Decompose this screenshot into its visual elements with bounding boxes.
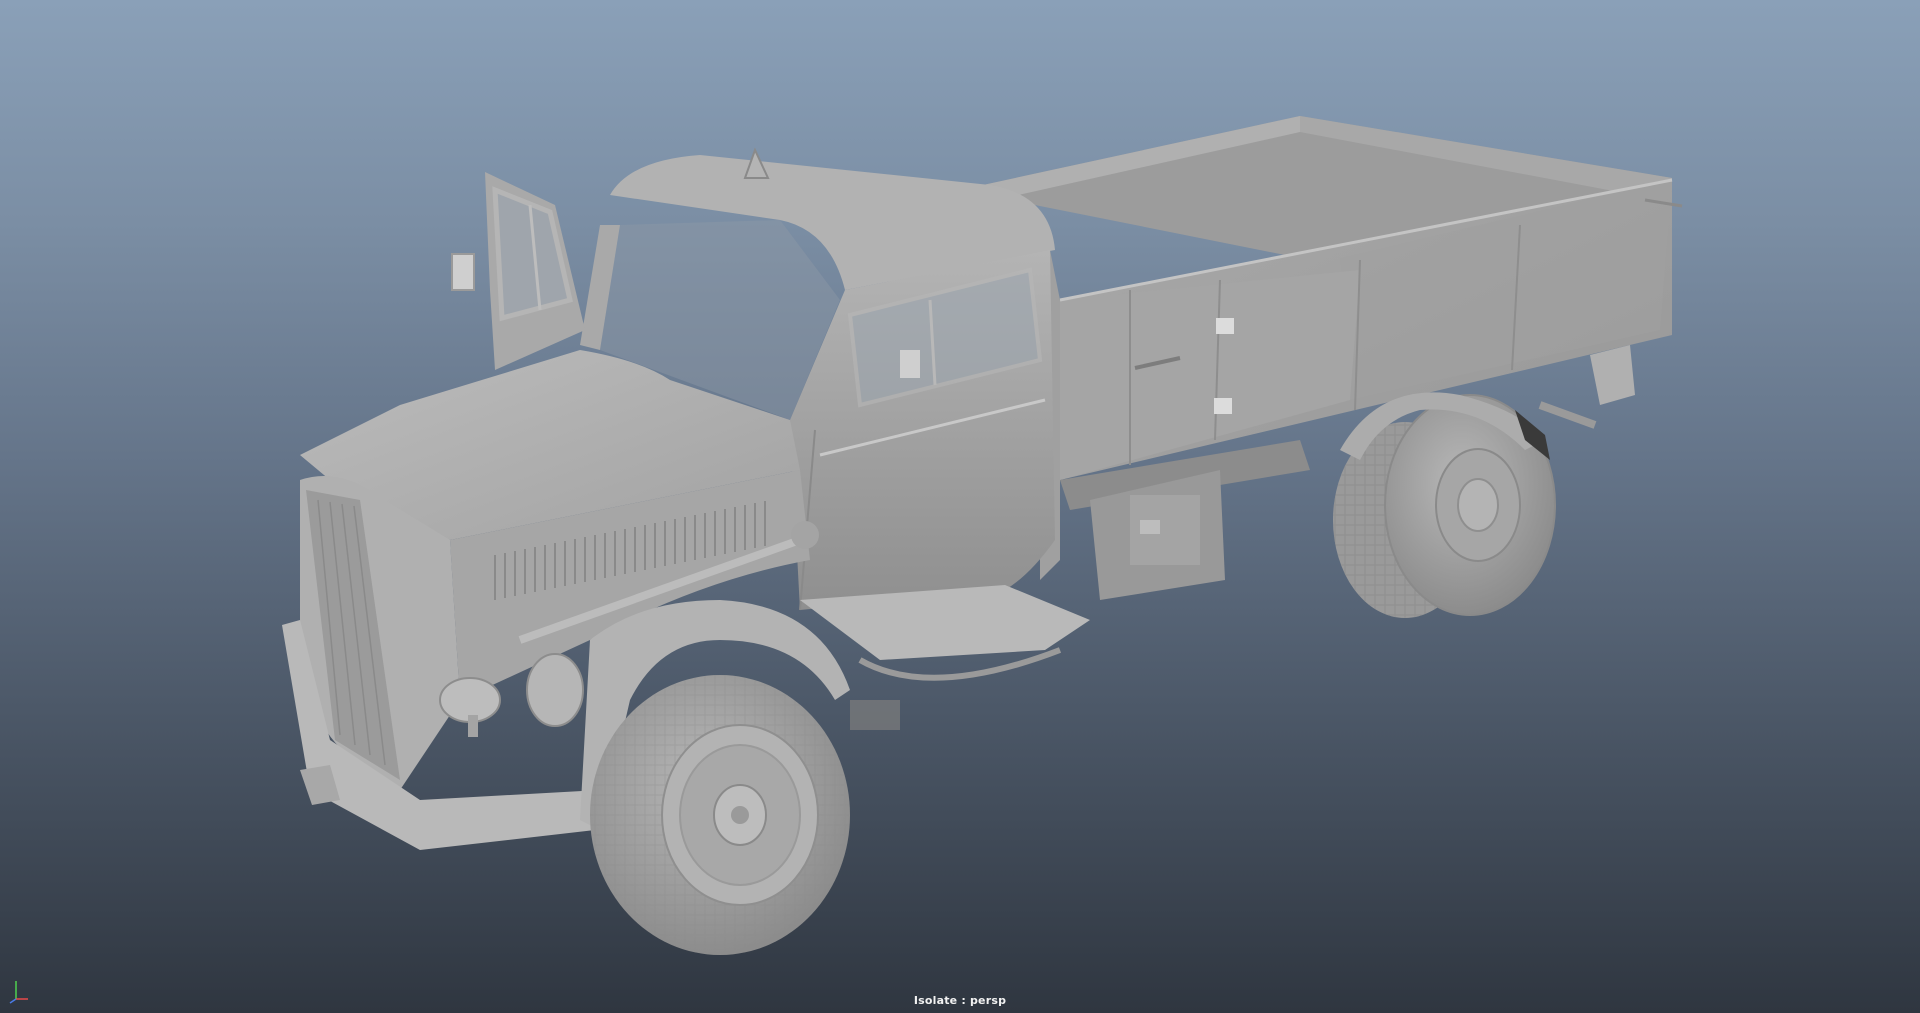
rear-wheels [1333, 392, 1556, 618]
front-wheel [580, 600, 900, 955]
camera-label: Isolate : persp [913, 994, 1007, 1007]
cargo-bed [960, 116, 1683, 600]
truck-model[interactable] [0, 0, 1920, 1013]
maya-perspective-viewport[interactable]: Isolate : persp [0, 0, 1920, 1013]
open-door [451, 172, 585, 370]
